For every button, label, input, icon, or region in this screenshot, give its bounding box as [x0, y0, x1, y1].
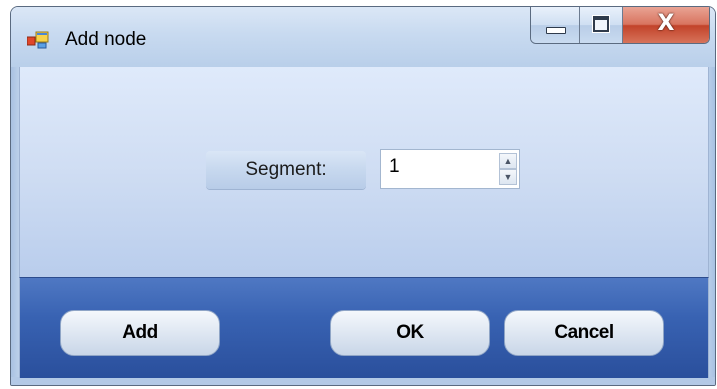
segment-numeric-input[interactable]: 1 ▲ ▼ [380, 149, 520, 189]
caption-buttons: X [530, 7, 710, 44]
button-bar: Add OK Cancel [19, 277, 709, 378]
spin-down-button[interactable]: ▼ [499, 169, 517, 185]
window-title: Add node [65, 29, 147, 50]
spin-buttons: ▲ ▼ [499, 153, 517, 185]
add-node-dialog: Add node X Segment: 1 ▲ ▼ Add OK Cancel [10, 6, 716, 386]
minimize-icon [546, 27, 566, 34]
ok-button[interactable]: OK [330, 310, 490, 356]
chevron-up-icon: ▲ [503, 156, 513, 166]
title-bar[interactable]: Add node X [11, 7, 715, 67]
maximize-icon [592, 15, 610, 33]
form-area: Segment: 1 ▲ ▼ [19, 67, 709, 277]
maximize-button[interactable] [580, 7, 623, 43]
application-icon [27, 31, 49, 49]
close-icon: X [657, 11, 675, 36]
window-frame-left [11, 67, 19, 385]
segment-value[interactable]: 1 [389, 156, 400, 178]
spin-up-button[interactable]: ▲ [499, 153, 517, 169]
window-frame-bottom [11, 377, 715, 385]
cancel-button[interactable]: Cancel [504, 310, 664, 356]
minimize-button[interactable] [531, 7, 580, 43]
add-button[interactable]: Add [60, 310, 220, 356]
chevron-down-icon: ▼ [503, 172, 513, 182]
segment-label: Segment: [206, 151, 366, 189]
close-button[interactable]: X [623, 7, 709, 43]
